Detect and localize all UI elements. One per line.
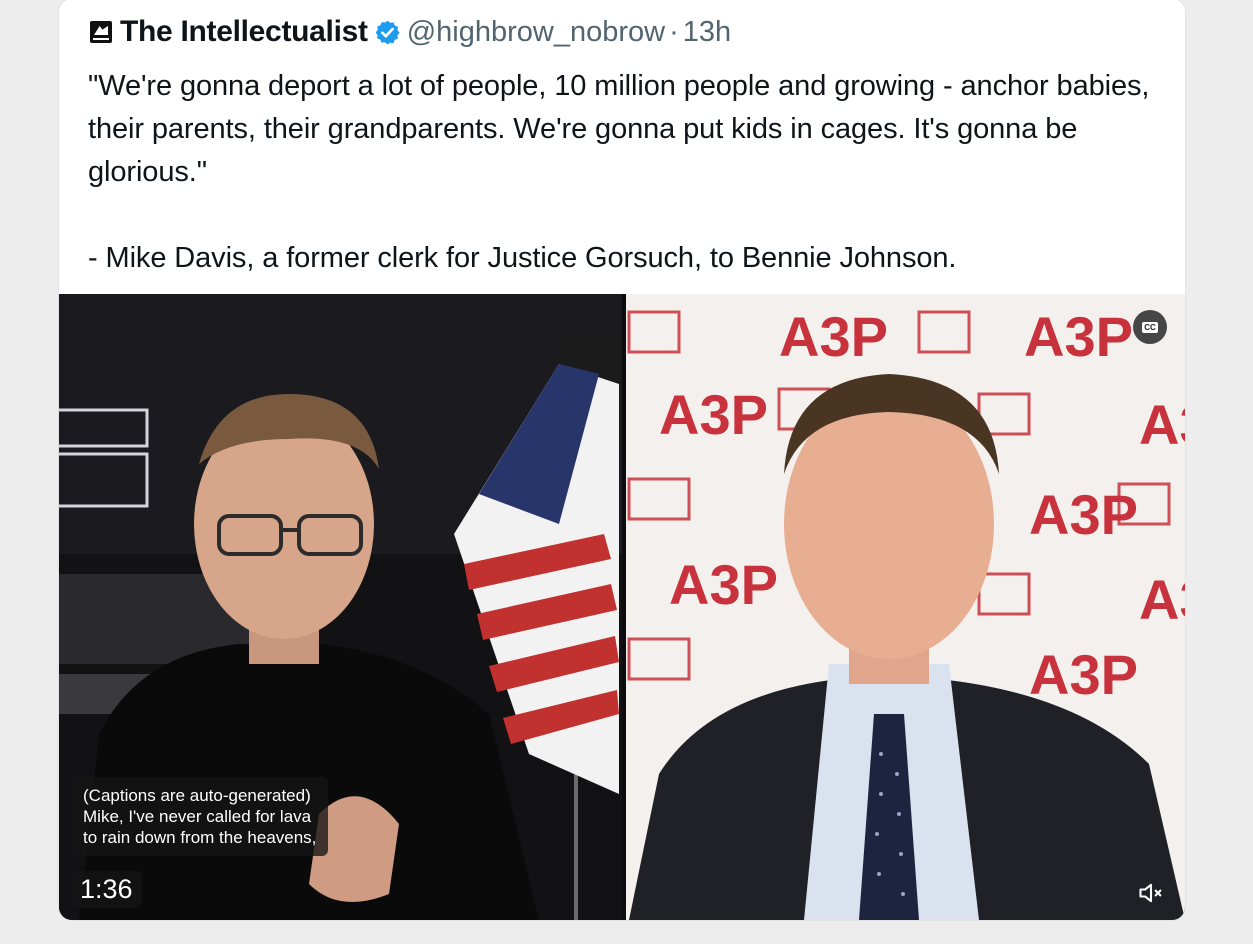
tweet-quote: "We're gonna deport a lot of people, 10 … [88,70,1150,188]
closed-captions-button[interactable]: CC [1133,310,1167,344]
muted-speaker-icon[interactable] [1137,879,1165,907]
svg-text:A3P: A3P [1029,483,1138,546]
svg-text:A3P: A3P [1029,643,1138,706]
tweet-timestamp[interactable]: 13h [683,16,731,49]
author-name[interactable]: The Intellectualist [120,15,368,49]
separator-dot: · [669,15,679,48]
tweet-text: "We're gonna deport a lot of people, 10 … [88,65,1168,280]
caption-line-3: to rain down from the heavens, [83,828,317,847]
tweet-header: The Intellectualist @highbrow_nobrow · 1… [90,13,731,51]
svg-text:A3P: A3P [669,553,778,616]
tweet-attribution: - Mike Davis, a former clerk for Justice… [88,242,957,274]
backdrop-logo: A3P [779,305,888,368]
verified-badge-icon [375,20,400,44]
tweet-card[interactable]: The Intellectualist @highbrow_nobrow · 1… [58,0,1186,921]
auto-captions: (Captions are auto-generated) Mike, I've… [71,777,329,856]
caption-line-2: Mike, I've never called for lava [83,807,312,826]
author-handle[interactable]: @highbrow_nobrow [407,16,665,49]
cc-icon: CC [1142,321,1158,333]
video-duration: 1:36 [71,871,142,908]
svg-text:A3: A3 [1139,393,1185,456]
video-player[interactable]: A3P A3P A3P A3 A3P A3P A3 A3P [59,294,1185,920]
caption-line-1: (Captions are auto-generated) [83,786,311,805]
svg-text:A3: A3 [1139,568,1185,631]
svg-text:A3P: A3P [1024,305,1133,368]
avatar-logo-icon[interactable] [90,21,112,43]
svg-text:A3P: A3P [659,383,768,446]
